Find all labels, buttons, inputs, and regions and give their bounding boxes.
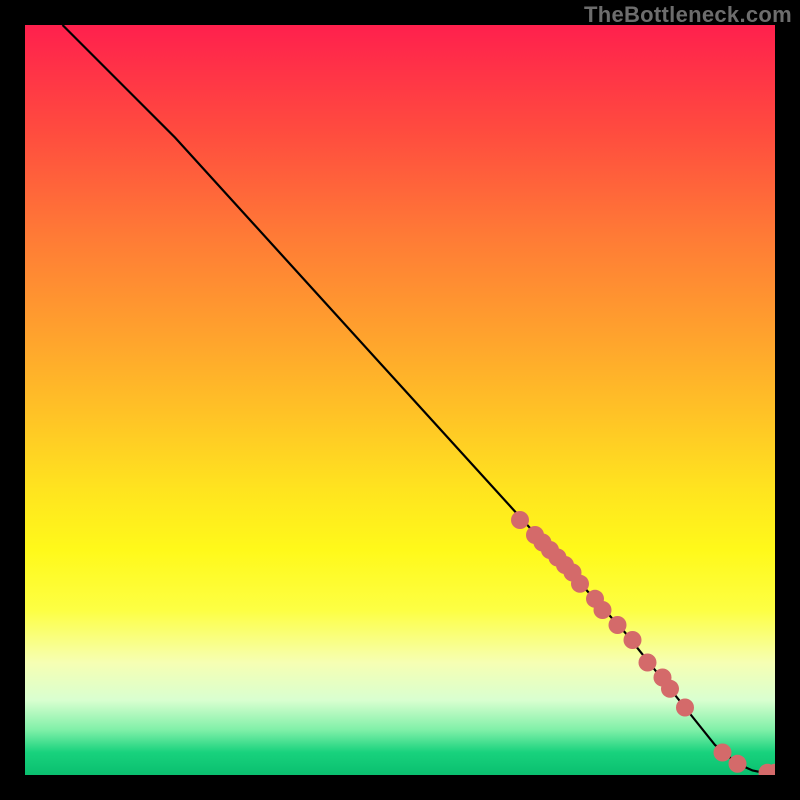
- data-point: [639, 654, 657, 672]
- data-points: [511, 511, 775, 775]
- data-point: [714, 744, 732, 762]
- data-point: [661, 680, 679, 698]
- chart-svg: [25, 25, 775, 775]
- watermark-text: TheBottleneck.com: [584, 2, 792, 28]
- main-curve: [63, 25, 776, 774]
- data-point: [624, 631, 642, 649]
- data-point: [609, 616, 627, 634]
- data-point: [676, 699, 694, 717]
- data-point: [511, 511, 529, 529]
- data-point: [594, 601, 612, 619]
- data-point: [729, 755, 747, 773]
- data-point: [571, 575, 589, 593]
- chart-plot-area: [25, 25, 775, 775]
